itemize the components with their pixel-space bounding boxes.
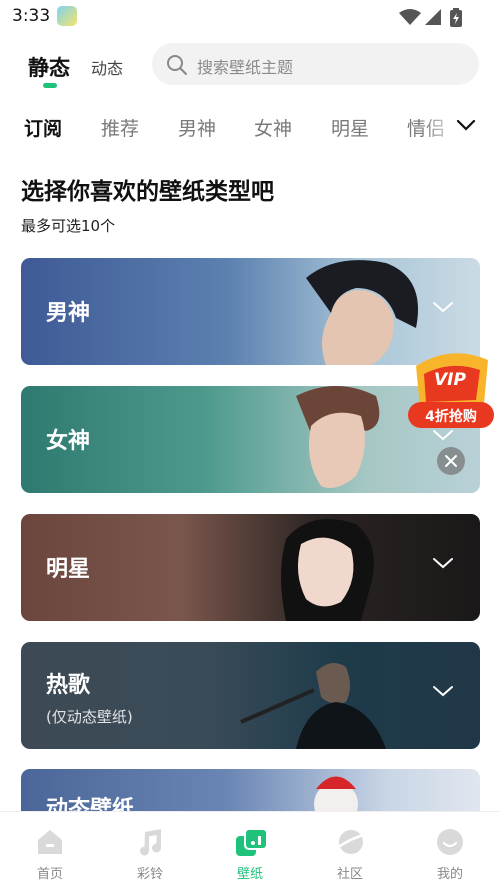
category-tab-celebrity[interactable]: 明星: [331, 114, 369, 141]
category-card-hot-songs[interactable]: 热歌 (仅动态壁纸): [21, 642, 480, 749]
category-tab-recommend[interactable]: 推荐: [101, 114, 139, 141]
chevron-down-icon[interactable]: [432, 556, 454, 570]
vip-label: VIP: [434, 370, 466, 390]
card-label: 热歌: [46, 673, 91, 698]
vip-promo-text: 4折抢购: [425, 409, 477, 425]
category-tab-female[interactable]: 女神: [254, 114, 292, 141]
page-subtitle: 最多可选10个: [21, 217, 116, 235]
tab-home[interactable]: 首页: [0, 812, 100, 890]
wifi-icon: [399, 9, 421, 25]
chevron-down-icon[interactable]: [456, 118, 476, 132]
category-tab-male[interactable]: 男神: [178, 114, 216, 141]
search-bar[interactable]: 搜索壁纸主题: [152, 43, 479, 85]
wallpaper-icon: [236, 828, 268, 856]
status-bar: 3:33: [0, 0, 500, 34]
chevron-down-icon[interactable]: [432, 300, 454, 314]
category-tabs: 订阅 推荐 男神 女神 明星 情侣: [0, 108, 500, 148]
tab-label: 社区: [336, 867, 363, 882]
search-icon: [167, 55, 187, 75]
planet-icon: [336, 830, 368, 854]
vip-promo-badge[interactable]: VIP 4折抢购: [406, 344, 496, 432]
category-card-celebrity[interactable]: 明星: [21, 514, 480, 621]
card-label: 女神: [46, 429, 91, 454]
smiley-face-icon: [437, 829, 463, 855]
close-promo-button[interactable]: [437, 447, 465, 475]
celebrity-portrait-image: [281, 519, 374, 621]
status-time: 3:33: [12, 6, 51, 26]
tab-label: 我的: [436, 867, 463, 882]
card-label: 男神: [46, 301, 91, 326]
bottom-tab-bar: 首页 彩铃 壁纸 社区 我的: [0, 811, 500, 890]
tab-label: 首页: [36, 867, 63, 882]
tab-community[interactable]: 社区: [300, 812, 400, 890]
music-note-icon: [140, 829, 161, 856]
tab-ringtone[interactable]: 彩铃: [100, 812, 200, 890]
singer-image: [240, 663, 386, 749]
cellular-signal-icon: [425, 9, 441, 25]
top-header: 静态 动态 搜索壁纸主题: [0, 42, 500, 92]
battery-icon: [450, 8, 462, 27]
tab-indicator: [43, 83, 57, 88]
tab-label: 彩铃: [136, 867, 163, 882]
close-icon: [445, 455, 457, 467]
category-tab-subscribe[interactable]: 订阅: [24, 114, 62, 141]
tab-wallpaper[interactable]: 壁纸: [200, 812, 300, 890]
tab-static[interactable]: 静态: [28, 52, 70, 82]
home-icon: [38, 830, 62, 854]
tab-profile[interactable]: 我的: [400, 812, 500, 890]
page-title: 选择你喜欢的壁纸类型吧: [21, 179, 274, 205]
tab-dynamic[interactable]: 动态: [91, 55, 123, 79]
search-input[interactable]: 搜索壁纸主题: [197, 54, 293, 78]
tab-label: 壁纸: [236, 867, 263, 882]
chevron-down-icon[interactable]: [432, 684, 454, 698]
card-sublabel: (仅动态壁纸): [46, 708, 133, 726]
card-label: 明星: [46, 557, 91, 582]
app-notification-icon: [57, 6, 77, 26]
